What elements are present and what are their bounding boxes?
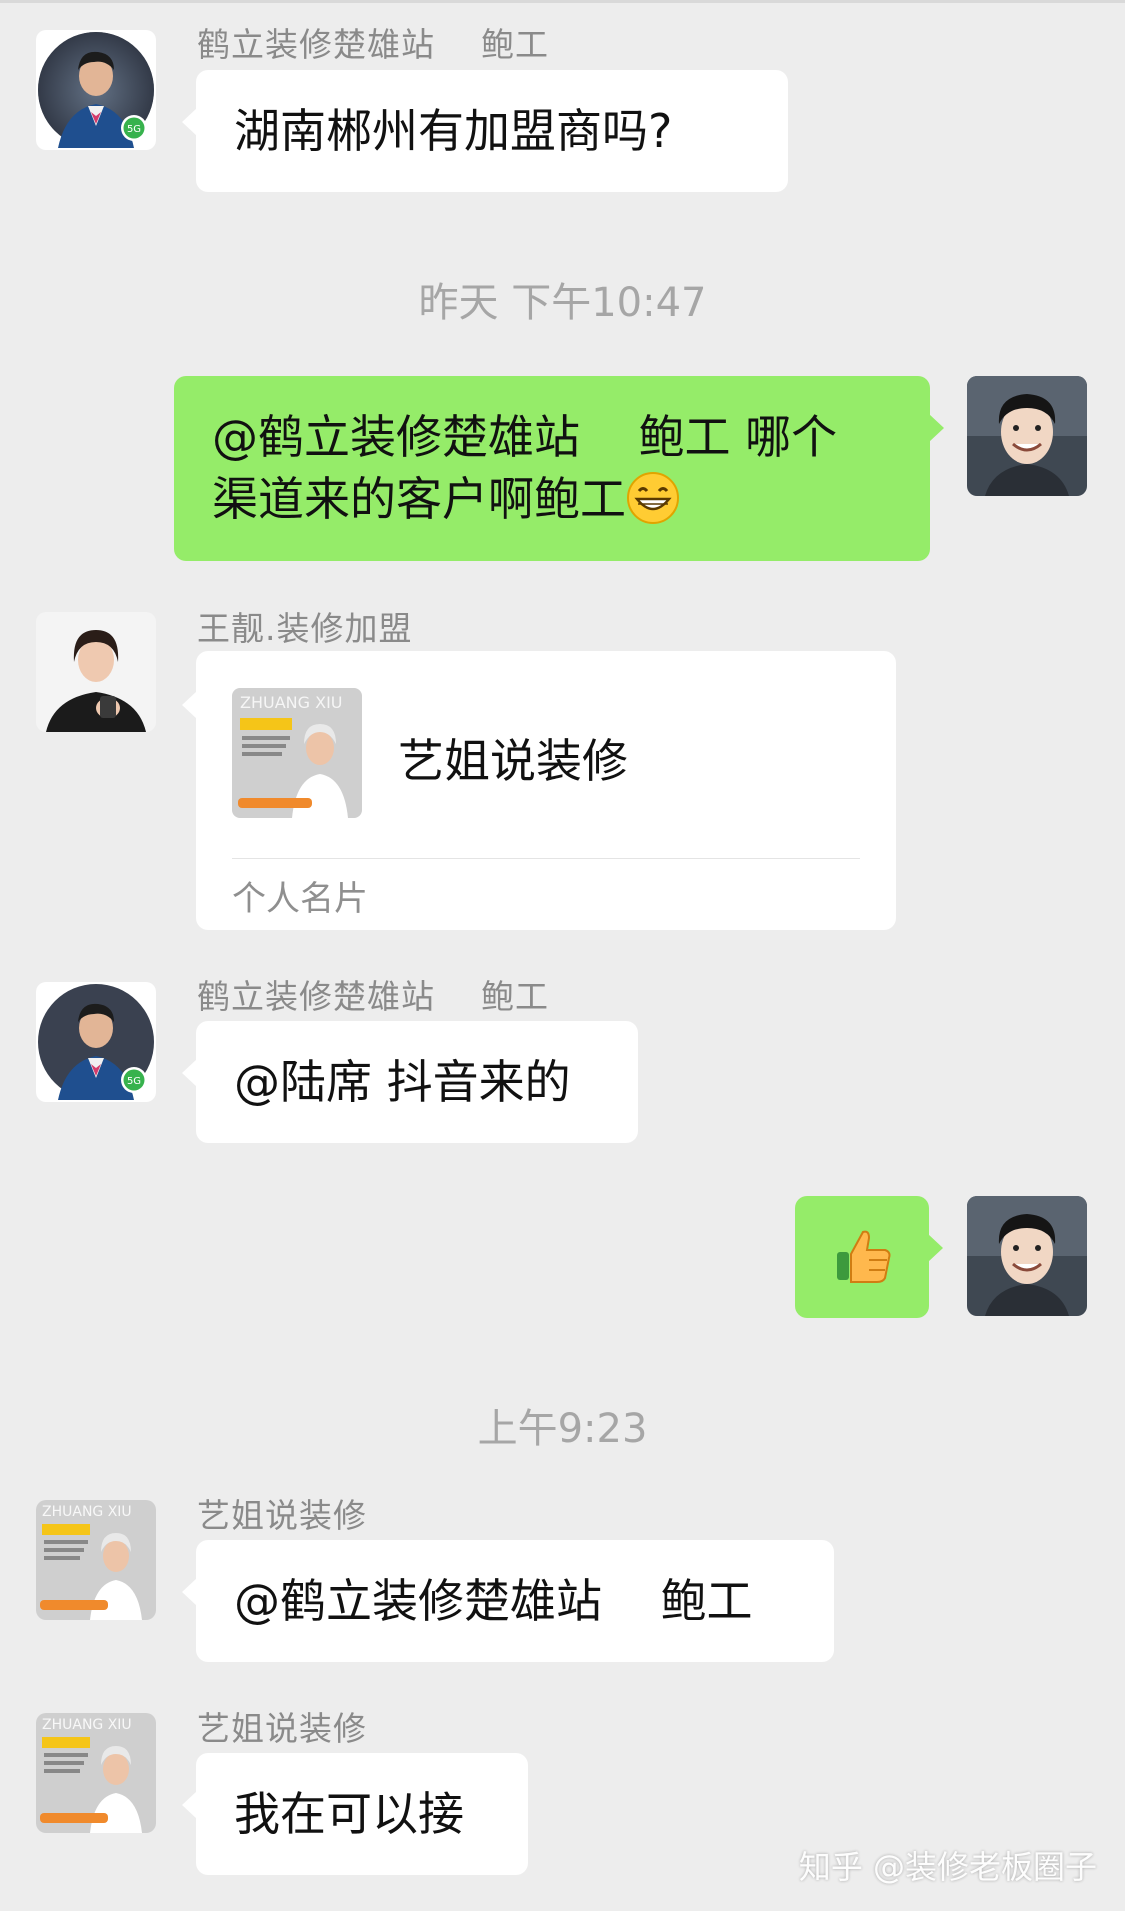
message-bubble[interactable]: @鹤立装修楚雄站 鲍工 哪个 渠道来的客户啊鲍工: [174, 376, 944, 561]
watermark: 知乎 @装修老板圈子: [798, 1848, 1097, 1886]
sender-name: 王靓.装修加盟: [197, 609, 413, 648]
avatar[interactable]: ZHUANG XIU: [36, 1713, 156, 1833]
woman-avatar-icon: [36, 612, 156, 732]
svg-text:ZHUANG XIU: ZHUANG XIU: [240, 693, 343, 712]
contact-card-type: 个人名片: [232, 879, 368, 919]
svg-text:5G: 5G: [127, 124, 141, 135]
avatar[interactable]: [36, 612, 156, 732]
sender-name: 鹤立装修楚雄站 鲍工: [197, 977, 549, 1016]
message-bubble[interactable]: [795, 1196, 943, 1318]
thumbs-up-icon: [833, 1226, 893, 1301]
contact-card-name: 艺姐说装修: [398, 734, 628, 788]
avatar[interactable]: 5G: [36, 30, 156, 150]
message-text-line: 渠道来的客户啊鲍工: [212, 472, 626, 526]
message-text: @陆席 抖音来的: [234, 1055, 571, 1109]
grinning-face-icon: [626, 471, 680, 540]
top-divider: [0, 0, 1125, 3]
smiling-man-avatar-icon: [967, 376, 1087, 496]
svg-text:ZHUANG XIU: ZHUANG XIU: [42, 1717, 132, 1733]
sender-name: 艺姐说装修: [197, 1496, 367, 1535]
svg-text:5G: 5G: [127, 1076, 141, 1087]
message-text: 我在可以接: [234, 1787, 464, 1841]
sender-name: 鹤立装修楚雄站 鲍工: [197, 25, 549, 64]
message-text: 湖南郴州有加盟商吗?: [234, 104, 673, 158]
message-bubble[interactable]: @鹤立装修楚雄站 鲍工: [182, 1540, 834, 1662]
decoration-brand-avatar-icon: ZHUANG XIU: [36, 1500, 156, 1620]
message-bubble[interactable]: 湖南郴州有加盟商吗?: [182, 70, 788, 192]
man-in-suit-avatar-icon: 5G: [36, 30, 156, 150]
man-in-suit-avatar-icon: 5G: [36, 982, 156, 1102]
contact-card[interactable]: ZHUANG XIU 艺姐说装修 个人名片: [182, 651, 896, 930]
card-divider: [232, 858, 860, 859]
avatar[interactable]: 5G: [36, 982, 156, 1102]
sender-name: 艺姐说装修: [197, 1709, 367, 1748]
smiling-man-avatar-icon: [967, 1196, 1087, 1316]
message-bubble[interactable]: @陆席 抖音来的: [182, 1021, 638, 1143]
avatar[interactable]: [967, 376, 1087, 496]
timestamp: 昨天 下午10:47: [418, 280, 707, 326]
message-bubble[interactable]: 我在可以接: [182, 1753, 528, 1875]
decoration-brand-avatar-icon: ZHUANG XIU: [36, 1713, 156, 1833]
svg-text:ZHUANG XIU: ZHUANG XIU: [42, 1504, 132, 1520]
avatar[interactable]: [967, 1196, 1087, 1316]
avatar[interactable]: ZHUANG XIU: [36, 1500, 156, 1620]
timestamp: 上午9:23: [477, 1406, 648, 1452]
message-text-line: @鹤立装修楚雄站 鲍工 哪个: [212, 410, 838, 464]
contact-card-thumbnail: ZHUANG XIU: [232, 688, 362, 818]
message-text: @鹤立装修楚雄站 鲍工: [234, 1574, 753, 1628]
